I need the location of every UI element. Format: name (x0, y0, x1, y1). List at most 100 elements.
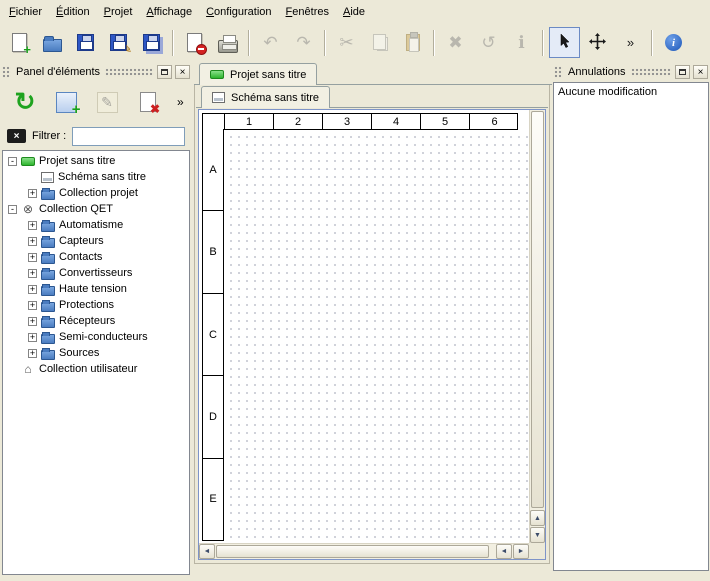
tree-item-project[interactable]: - Projet sans titre (3, 153, 189, 169)
scroll-right-button[interactable]: ► (513, 544, 529, 559)
new-element-button[interactable]: + (52, 87, 80, 117)
float-panel-button[interactable] (157, 65, 172, 79)
menu-edition[interactable]: Édition (49, 3, 97, 21)
folder-icon (41, 270, 55, 280)
delete-element-button[interactable]: ✖ (134, 87, 162, 117)
tree-item-sources[interactable]: + Sources (3, 345, 189, 361)
menu-aide[interactable]: Aide (336, 3, 372, 21)
undo-list-item[interactable]: Aucune modification (558, 86, 704, 98)
horizontal-scrollbar[interactable]: ◄ ◄ ► (199, 543, 529, 559)
expand-expander-icon[interactable]: + (28, 349, 37, 358)
tree-item-label: Convertisseurs (59, 267, 132, 279)
edit-element-button[interactable]: ✎ (93, 87, 121, 117)
tree-item-capteurs[interactable]: + Capteurs (3, 233, 189, 249)
menu-fichier[interactable]: Fichier (2, 3, 49, 21)
delete-button[interactable]: ✖ (440, 27, 471, 58)
scroll-left-button[interactable]: ◄ (199, 544, 215, 559)
dock-grip[interactable] (631, 68, 673, 77)
elements-panel-header[interactable]: Panel d'éléments × (2, 64, 190, 80)
expand-expander-icon[interactable]: + (28, 253, 37, 262)
paste-button[interactable] (397, 27, 428, 58)
menu-fenetres[interactable]: Fenêtres (279, 3, 336, 21)
expand-expander-icon[interactable]: + (28, 221, 37, 230)
undo-button[interactable]: ↶ (255, 27, 286, 58)
select-tool-button[interactable] (549, 27, 580, 58)
close-file-button[interactable] (179, 27, 210, 58)
save-all-icon (143, 34, 160, 51)
no-entry-badge-icon (196, 44, 207, 55)
tab-schema-sans-titre[interactable]: Schéma sans titre (201, 86, 330, 108)
copy-button[interactable] (364, 27, 395, 58)
save-all-button[interactable] (136, 27, 167, 58)
undo-panel-header[interactable]: Annulations × (554, 64, 708, 80)
dock-grip[interactable] (554, 66, 563, 78)
new-file-button[interactable]: + (4, 27, 35, 58)
rotate-icon: ↺ (481, 34, 495, 51)
float-panel-button[interactable] (675, 65, 690, 79)
open-file-button[interactable] (37, 27, 68, 58)
folder-icon (41, 254, 55, 264)
tree-item-convertisseurs[interactable]: + Convertisseurs (3, 265, 189, 281)
schema-canvas[interactable]: 1 2 3 4 5 6 A B C D E (199, 110, 529, 543)
elements-panel-toolbar: ↻ + ✎ ✖ » (2, 82, 190, 122)
scroll-left-button-2[interactable]: ◄ (496, 544, 512, 559)
element-info-button[interactable]: ℹ (506, 27, 537, 58)
save-as-button[interactable]: ✎ (103, 27, 134, 58)
toolbar-overflow-button[interactable]: » (615, 27, 646, 58)
move-tool-button[interactable] (582, 27, 613, 58)
tree-item-haute-tension[interactable]: + Haute tension (3, 281, 189, 297)
panel-toolbar-overflow-button[interactable]: » (175, 95, 186, 109)
tree-item-label: Automatisme (59, 219, 123, 231)
reload-collections-button[interactable]: ↻ (11, 87, 39, 117)
main-toolbar: + ✎ ↶ ↷ ✂ (0, 23, 710, 62)
expand-expander-icon[interactable]: + (28, 317, 37, 326)
expand-expander-icon[interactable]: + (28, 237, 37, 246)
arrow-left-icon: ◄ (501, 548, 508, 555)
expand-expander-icon[interactable]: + (28, 285, 37, 294)
horizontal-scrollbar-thumb[interactable] (216, 545, 489, 558)
scroll-down-button[interactable]: ▼ (530, 527, 545, 543)
clear-filter-button[interactable]: × (7, 129, 26, 143)
expand-expander-icon[interactable]: + (28, 269, 37, 278)
save-button[interactable] (70, 27, 101, 58)
tree-item-collection-projet[interactable]: + Collection projet (3, 185, 189, 201)
menu-projet[interactable]: Projet (97, 3, 140, 21)
vertical-scrollbar[interactable]: ▲ ▼ (529, 110, 545, 543)
collapse-expander-icon[interactable]: - (8, 157, 17, 166)
tree-item-schema[interactable]: Schéma sans titre (3, 169, 189, 185)
cut-button[interactable]: ✂ (331, 27, 362, 58)
menu-configuration[interactable]: Configuration (199, 3, 278, 21)
tree-item-contacts[interactable]: + Contacts (3, 249, 189, 265)
folder-icon (41, 222, 55, 232)
dock-grip[interactable] (2, 66, 11, 78)
filter-input[interactable] (72, 127, 185, 146)
expand-expander-icon[interactable]: + (28, 301, 37, 310)
filter-row: × Filtrer : (2, 124, 190, 148)
collapse-expander-icon[interactable]: - (8, 205, 17, 214)
tree-item-protections[interactable]: + Protections (3, 297, 189, 313)
folder-icon (41, 350, 55, 360)
schema-view: 1 2 3 4 5 6 A B C D E (198, 109, 546, 560)
about-button[interactable]: i (658, 27, 689, 58)
tree-item-collection-utilisateur[interactable]: ⌂ Collection utilisateur (3, 361, 189, 377)
filter-label: Filtrer : (32, 130, 66, 142)
rotate-button[interactable]: ↺ (473, 27, 504, 58)
menu-affichage[interactable]: Affichage (139, 3, 199, 21)
scroll-up-button[interactable]: ▲ (530, 510, 545, 526)
vertical-scrollbar-thumb[interactable] (531, 111, 544, 508)
dock-grip[interactable] (105, 68, 154, 77)
expand-expander-icon[interactable]: + (28, 189, 37, 198)
schema-grid[interactable] (224, 130, 529, 543)
print-button[interactable] (212, 27, 243, 58)
tree-item-semi-conducteurs[interactable]: + Semi-conducteurs (3, 329, 189, 345)
expand-expander-icon[interactable]: + (28, 333, 37, 342)
tree-item-automatisme[interactable]: + Automatisme (3, 217, 189, 233)
undo-panel-title: Annulations (566, 66, 628, 78)
redo-button[interactable]: ↷ (288, 27, 319, 58)
close-panel-button[interactable]: × (693, 65, 708, 79)
tree-item-collection-qet[interactable]: - ⊗ Collection QET (3, 201, 189, 217)
tree-item-recepteurs[interactable]: + Récepteurs (3, 313, 189, 329)
tree-item-label: Collection QET (39, 203, 113, 215)
close-panel-button[interactable]: × (175, 65, 190, 79)
tab-projet-sans-titre[interactable]: Projet sans titre (199, 63, 317, 85)
